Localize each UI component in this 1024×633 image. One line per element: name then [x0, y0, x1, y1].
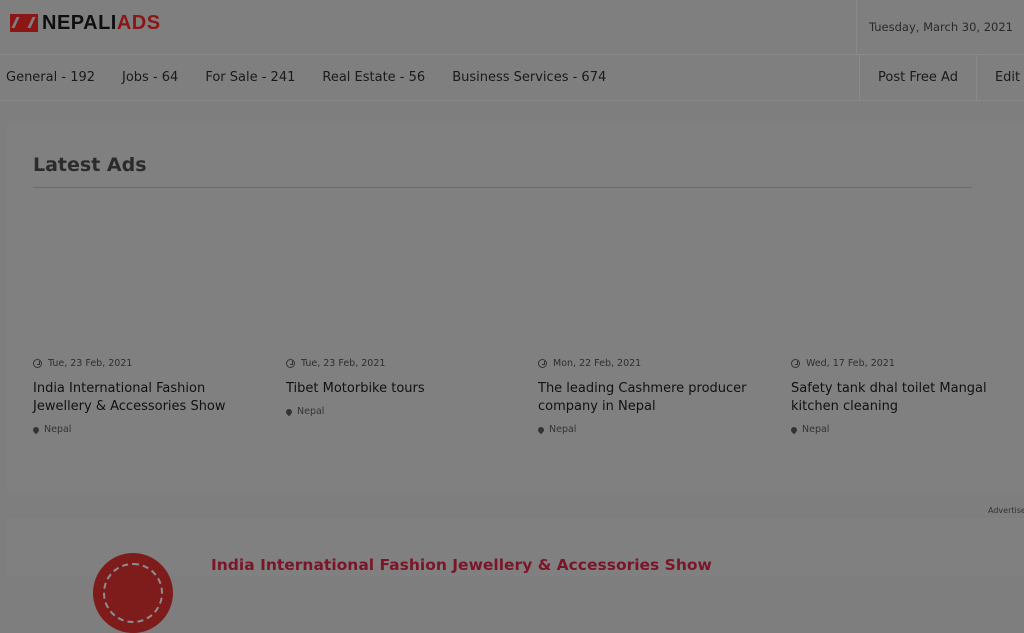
- section-divider: [33, 187, 972, 188]
- logo-mark-icon: [10, 14, 38, 32]
- clock-icon: [286, 358, 295, 368]
- nav-category-jobs[interactable]: Jobs - 64: [122, 70, 178, 85]
- nav-category-real-estate[interactable]: Real Estate - 56: [322, 70, 425, 85]
- site-logo[interactable]: NEPALIADS: [10, 12, 161, 34]
- edit-ad-button[interactable]: Edit A: [975, 55, 1024, 100]
- ad-location: Nepal: [284, 406, 518, 417]
- latest-ads-section: Latest Ads Tue, 23 Feb, 2021 India Inter…: [7, 124, 1024, 491]
- featured-ad-section: India International Fashion Jewellery & …: [7, 518, 1024, 633]
- ad-date: Wed, 17 Feb, 2021: [791, 356, 1023, 370]
- ad-card[interactable]: Wed, 17 Feb, 2021 Safety tank dhal toile…: [789, 356, 1023, 435]
- ad-location: Nepal: [789, 424, 1023, 435]
- clock-icon: [791, 358, 800, 368]
- ad-location: Nepal: [536, 424, 770, 435]
- clock-icon: [538, 358, 547, 368]
- featured-logo-icon: [93, 553, 173, 633]
- category-links: General - 192 Jobs - 64 For Sale - 241 R…: [6, 55, 633, 100]
- ad-title[interactable]: The leading Cashmere producer company in…: [538, 380, 770, 416]
- section-title: Latest Ads: [33, 154, 147, 176]
- ad-title[interactable]: Safety tank dhal toilet Mangal kitchen c…: [791, 380, 1023, 416]
- nav-category-general[interactable]: General - 192: [6, 70, 95, 85]
- location-pin-icon: [789, 425, 799, 434]
- location-pin-icon: [536, 425, 546, 434]
- location-pin-icon: [284, 407, 294, 416]
- top-header: NEPALIADS Tuesday, March 30, 2021: [0, 0, 1024, 55]
- ad-date: Tue, 23 Feb, 2021: [33, 356, 265, 370]
- ad-card[interactable]: Tue, 23 Feb, 2021 Tibet Motorbike tours …: [284, 356, 518, 417]
- post-free-ad-button[interactable]: Post Free Ad: [859, 55, 976, 100]
- ad-date: Tue, 23 Feb, 2021: [286, 356, 518, 370]
- clock-icon: [33, 358, 42, 368]
- ad-date: Mon, 22 Feb, 2021: [538, 356, 770, 370]
- category-nav: General - 192 Jobs - 64 For Sale - 241 R…: [0, 55, 1024, 101]
- ad-title[interactable]: India International Fashion Jewellery & …: [33, 380, 265, 416]
- logo-text: NEPALIADS: [42, 11, 161, 34]
- advertisement-label: Advertise: [988, 506, 1024, 515]
- ad-title[interactable]: Tibet Motorbike tours: [286, 380, 518, 398]
- location-pin-icon: [31, 425, 41, 434]
- ad-card[interactable]: Tue, 23 Feb, 2021 India International Fa…: [31, 356, 265, 435]
- current-date: Tuesday, March 30, 2021: [856, 0, 1024, 54]
- nav-category-for-sale[interactable]: For Sale - 241: [205, 70, 295, 85]
- featured-ad-title[interactable]: India International Fashion Jewellery & …: [211, 556, 712, 574]
- ad-location: Nepal: [31, 424, 265, 435]
- nav-category-business-services[interactable]: Business Services - 674: [452, 70, 606, 85]
- nav-actions: Post Free Ad Edit A: [859, 55, 1024, 100]
- ad-card[interactable]: Mon, 22 Feb, 2021 The leading Cashmere p…: [536, 356, 770, 435]
